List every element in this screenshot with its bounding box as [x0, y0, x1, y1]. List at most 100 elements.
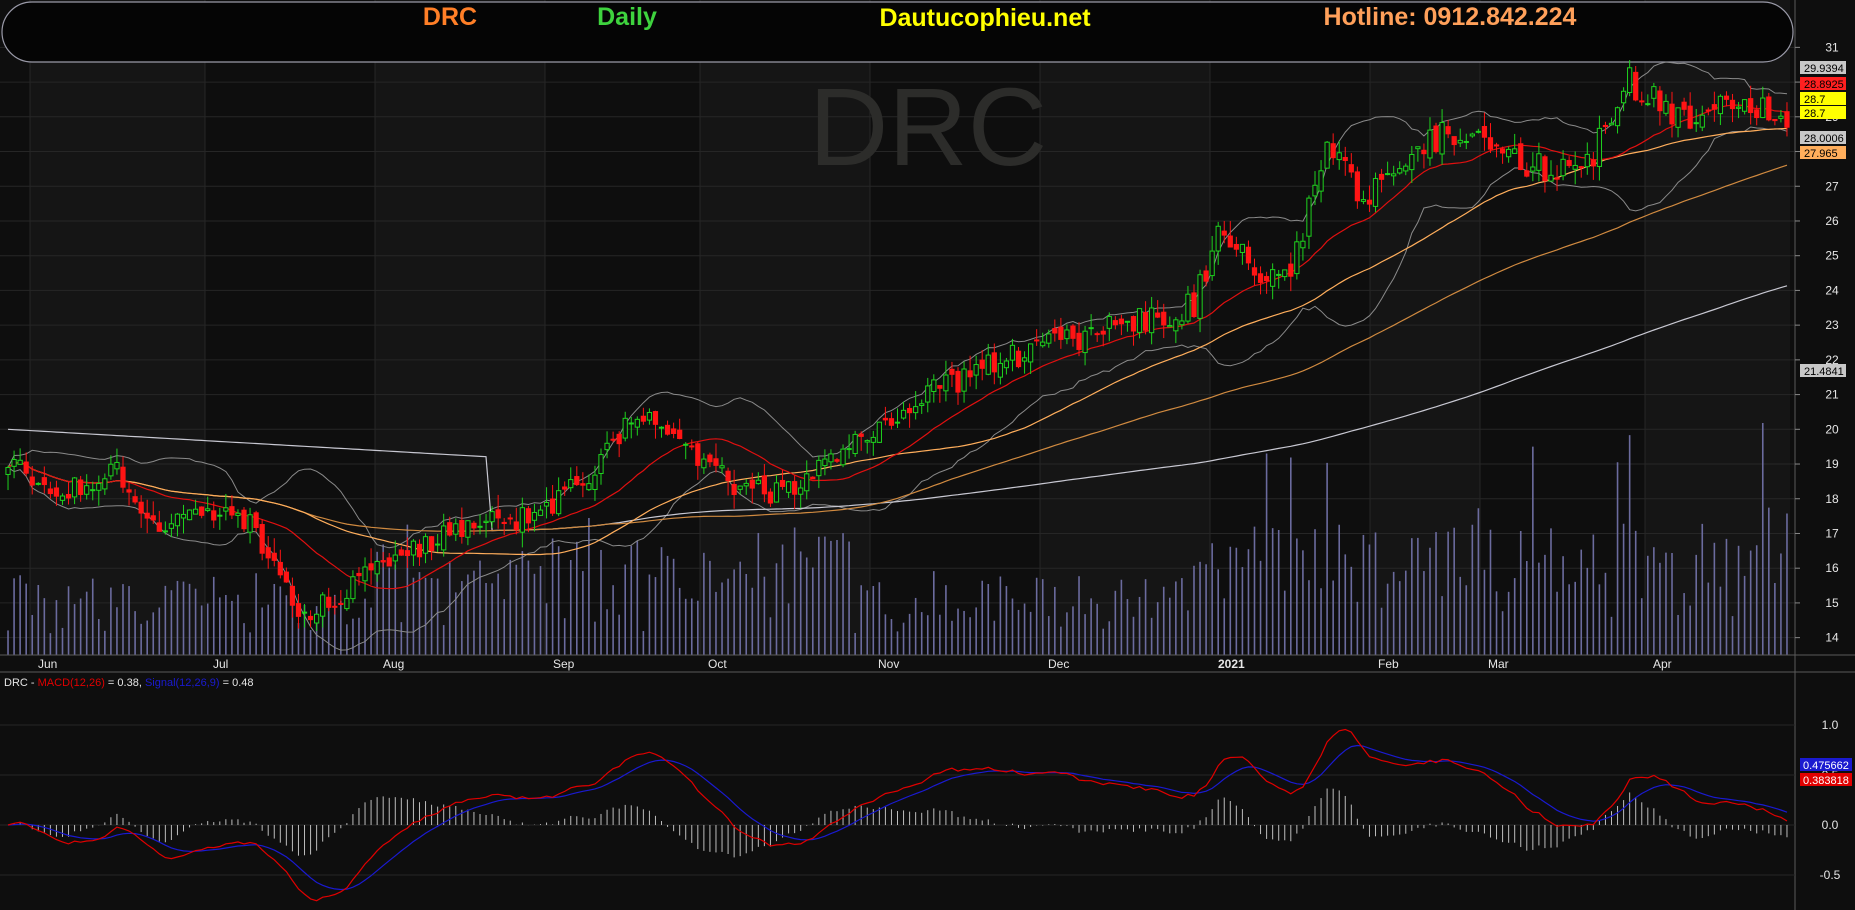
candle-body: [1651, 86, 1657, 99]
candle-body: [84, 485, 90, 495]
candle-body: [1209, 250, 1215, 277]
price-tick-label: 19: [1825, 457, 1839, 471]
candle-body: [906, 407, 913, 414]
candle-body: [314, 613, 320, 624]
candle-body: [114, 461, 120, 470]
candle-body: [725, 470, 731, 481]
price-tag-label: 28.7: [1804, 94, 1825, 106]
candle-body: [834, 459, 840, 462]
candle-body: [610, 438, 616, 441]
candle-body: [1330, 143, 1336, 159]
price-tick-label: 31: [1825, 40, 1839, 54]
price-tag-label: 21.4841: [1804, 366, 1844, 378]
candle-body: [731, 483, 737, 495]
candle-body: [1221, 230, 1227, 236]
candle-body: [1772, 118, 1778, 122]
candle-body: [356, 572, 362, 577]
candle-body: [1366, 199, 1373, 205]
candle-body: [1342, 156, 1348, 161]
candle-body: [628, 422, 634, 425]
candle-body: [223, 507, 229, 512]
candle-body: [1572, 164, 1578, 170]
candle-body: [1711, 104, 1717, 110]
candle-body: [1034, 339, 1040, 342]
month-band: [1370, 0, 1480, 655]
candle-body: [658, 426, 665, 429]
candle-body: [689, 445, 695, 448]
candle-body: [1657, 90, 1663, 112]
candle-body: [852, 433, 858, 455]
candle-body: [501, 521, 507, 525]
candle-body: [362, 566, 368, 582]
candle-body: [1681, 101, 1687, 110]
candle-body: [78, 479, 84, 495]
candle-body: [277, 561, 283, 576]
candle-body: [1584, 153, 1590, 168]
candle-body: [1179, 320, 1185, 326]
candle-body: [1778, 115, 1784, 119]
candle-body: [428, 536, 435, 552]
candle-body: [59, 495, 66, 501]
candle-body: [864, 440, 870, 443]
candle-body: [1760, 97, 1766, 119]
candle-body: [761, 475, 767, 495]
candle-body: [646, 412, 653, 421]
candle-body: [1481, 125, 1488, 138]
candle-body: [404, 550, 410, 557]
candle-body: [1421, 149, 1427, 155]
candle-body: [810, 476, 816, 480]
candle-body: [90, 489, 96, 492]
candle-body: [1130, 316, 1137, 332]
candle-body: [1354, 171, 1360, 202]
price-tick-label: 21: [1825, 388, 1839, 402]
stock-chart: DRC DRC Daily Dautucophieu.net Hotline: …: [0, 0, 1855, 910]
candle-body: [858, 433, 864, 437]
candle-body: [386, 557, 392, 567]
price-tick-label: 25: [1825, 249, 1839, 263]
candle-body: [707, 454, 713, 463]
candle-body: [5, 467, 11, 475]
candle-body: [1602, 124, 1609, 128]
time-tick-label: Dec: [1048, 657, 1069, 671]
candle-body: [1645, 103, 1651, 106]
candle-body: [1415, 146, 1421, 150]
candle-body: [894, 421, 901, 424]
candle-body: [1294, 241, 1300, 275]
candle-body: [1149, 307, 1155, 334]
candle-body: [199, 506, 205, 516]
candle-body: [1675, 107, 1681, 128]
candle-body: [531, 511, 538, 521]
candle-body: [537, 509, 544, 516]
candle-body: [1070, 325, 1076, 339]
candle-body: [961, 368, 967, 392]
candle-body: [719, 465, 725, 469]
candle-body: [1076, 332, 1082, 350]
macd-tick-label: -0.5: [1820, 868, 1841, 882]
candle-body: [598, 454, 604, 474]
price-tick-label: 14: [1825, 631, 1839, 645]
candle-body: [1397, 168, 1403, 174]
candle-body: [1542, 156, 1548, 181]
candle-body: [985, 354, 991, 375]
candle-body: [495, 509, 501, 519]
candle-body: [1088, 327, 1094, 330]
time-tick-label: Jul: [213, 657, 228, 671]
candle-body: [640, 415, 646, 422]
candle-body: [882, 417, 889, 421]
candle-body: [664, 424, 671, 435]
candle-body: [23, 461, 29, 474]
candle-body: [1403, 165, 1409, 172]
candle-body: [1227, 235, 1233, 248]
candle-body: [192, 508, 199, 515]
candle-body: [326, 596, 332, 608]
candle-body: [41, 477, 47, 486]
candle-body: [1457, 139, 1463, 144]
macd-tick-label: 1.0: [1822, 718, 1839, 732]
candle-body: [174, 513, 181, 527]
candle-body: [1106, 316, 1112, 329]
candle-body: [804, 473, 810, 492]
macd-tag-label: 0.475662: [1803, 760, 1849, 772]
candle-body: [525, 508, 532, 524]
candle-body: [1427, 129, 1433, 159]
candle-body: [513, 521, 519, 531]
